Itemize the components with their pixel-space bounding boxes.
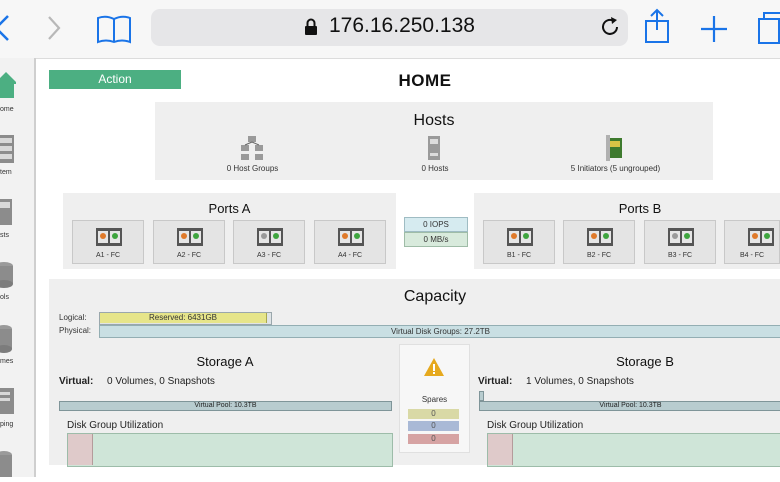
fc-port-icon [668,228,694,246]
port-label: B2 - FC [586,252,612,259]
storage-b-dgu-chart [487,433,780,467]
pools-icon[interactable] [0,260,16,295]
action-button[interactable]: Action [49,70,181,89]
storage-a-title: Storage A [196,354,254,369]
mbs-box: 0 MB/s [404,232,468,247]
port-label: A2 - FC [176,252,202,259]
port-a1[interactable]: A1 - FC [72,220,144,264]
port-b2[interactable]: B2 - FC [563,220,635,264]
storage-b-virtual-label: Virtual: [478,376,513,387]
storage-b-virtual-value: 1 Volumes, 0 Snapshots [526,376,634,387]
ports-a-title: Ports A [208,201,251,216]
rail-item-volumes[interactable]: mes [0,358,13,365]
fc-port-icon [96,228,122,246]
port-b1[interactable]: B1 - FC [483,220,555,264]
storage-a-virtual-value: 0 Volumes, 0 Snapshots [107,376,215,387]
drive-icon[interactable] [0,450,16,482]
capacity-title: Capacity [403,288,467,305]
storage-a-dgu-label: Disk Group Utilization [67,420,164,431]
initiators-label: 5 Initiators (5 ungrouped) [570,164,661,173]
spares-title: Spares [421,395,448,404]
storage-a-virtual-label: Virtual: [59,376,94,387]
home-icon[interactable] [0,70,18,105]
iops-box: 0 IOPS [404,217,468,232]
port-label: B4 - FC [739,252,765,259]
url-text: 176.16.250.138 [329,14,475,37]
reload-icon[interactable] [599,16,621,38]
storage-a-dgu-chart [67,433,393,467]
spares-value-3: 0 [408,434,459,444]
hosts-title: Hosts [413,112,455,129]
host-groups-icon[interactable] [239,135,265,166]
hosts-icon-main[interactable] [427,135,441,166]
share-icon[interactable] [644,8,670,44]
back-icon[interactable] [0,14,12,42]
spares-value-2: 0 [408,421,459,431]
rail-item-system[interactable]: tem [0,169,12,176]
storage-b-pool-bar: Virtual Pool: 10.3TB [479,401,780,411]
physical-label: Physical: [59,326,92,335]
initiators-icon[interactable] [605,134,625,167]
hosts-count-label: 0 Hosts [421,164,449,173]
port-a3[interactable]: A3 - FC [233,220,305,264]
fc-port-icon [177,228,203,246]
logical-label: Logical: [59,313,87,322]
fc-port-icon [748,228,774,246]
fc-port-icon [587,228,613,246]
port-a4[interactable]: A4 - FC [314,220,386,264]
ports-b-title: Ports B [618,201,662,216]
system-icon[interactable] [0,134,16,169]
warning-icon [423,357,445,382]
volumes-icon[interactable] [0,324,16,359]
port-b3[interactable]: B3 - FC [644,220,716,264]
port-a2[interactable]: A2 - FC [153,220,225,264]
host-groups-label: 0 Host Groups [226,164,279,173]
port-b4[interactable]: B4 - FC [724,220,780,264]
physical-bar: Virtual Disk Groups: 27.2TB [99,325,780,338]
port-label: A4 - FC [337,252,363,259]
hosts-icon[interactable] [0,198,16,231]
storage-b-dgu-label: Disk Group Utilization [487,420,584,431]
port-label: B1 - FC [506,252,532,259]
fc-port-icon [257,228,283,246]
storage-a-pool-bar: Virtual Pool: 10.3TB [59,401,392,411]
storage-b-pool-tick [479,391,484,401]
spares-value-1: 0 [408,409,459,419]
rail-item-hosts[interactable]: sts [0,232,9,239]
port-label: A3 - FC [256,252,282,259]
storage-b-dgu-used [488,434,513,465]
rail-item-mapping[interactable]: ping [0,421,13,428]
storage-a-dgu-used [68,434,93,465]
lock-icon [304,18,318,36]
tabs-icon[interactable] [758,12,780,46]
rail-item-pools[interactable]: ols [0,294,9,301]
port-label: A1 - FC [95,252,121,259]
new-tab-icon[interactable] [700,15,728,43]
fc-port-icon [338,228,364,246]
mapping-icon[interactable] [0,387,16,422]
rail-item-home[interactable]: ome [0,106,14,113]
forward-icon[interactable] [46,15,62,41]
fc-port-icon [507,228,533,246]
reserved-bar: Reserved: 6431GB [100,313,267,323]
bookmarks-icon[interactable] [96,14,132,44]
page-title: HOME [398,71,452,90]
storage-b-title: Storage B [616,354,674,369]
port-label: B3 - FC [667,252,693,259]
